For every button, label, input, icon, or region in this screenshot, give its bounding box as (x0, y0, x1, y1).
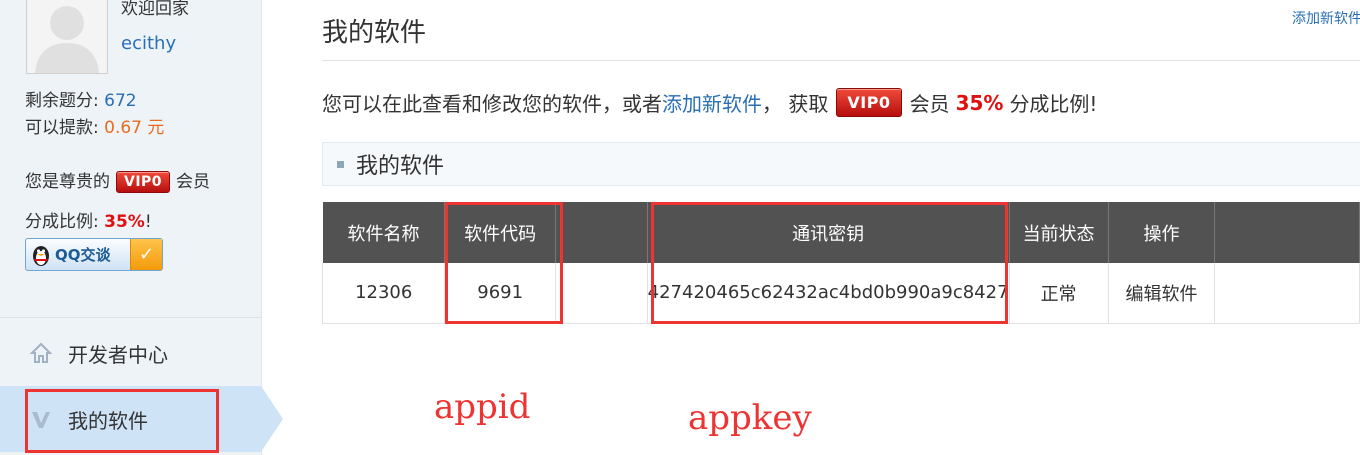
section-title: 我的软件 (356, 154, 445, 179)
col-header-extra (1214, 202, 1360, 263)
col-header-key: 通讯密钥 (647, 202, 1010, 263)
section-header: 我的软件 (322, 142, 1360, 186)
share-value: 35% (104, 212, 145, 232)
share-percent: 35% (955, 90, 1004, 115)
intro-text-1: 您可以在此查看和修改您的软件，或者 (322, 92, 662, 116)
intro-text-3: 会员 (909, 92, 950, 116)
cell-status: 正常 (1009, 263, 1109, 324)
intro-text-4: 分成比例! (1009, 92, 1098, 116)
sidebar: 欢迎回家 ecithy 剩余题分: 672 可以提款: 0.67 元 您是尊贵的… (0, 0, 283, 455)
vip-prefix: 您是尊贵的 (25, 172, 110, 192)
sidebar-item-developer-center[interactable]: 开发者中心 (0, 320, 261, 386)
square-bullet-icon (337, 160, 344, 168)
cell-software-code: 9691 (444, 263, 556, 324)
cell-software-name: 12306 (321, 263, 446, 324)
add-software-top-link[interactable]: 添加新软件 (1292, 8, 1360, 28)
intro-text: 您可以在此查看和修改您的软件，或者 添加新软件， 获取 VIP0 会员 35% 分成比例! (322, 88, 1097, 117)
appkey-annotation: appkey (688, 398, 812, 438)
v-icon (28, 406, 54, 432)
add-software-link[interactable]: 添加新软件 (662, 88, 762, 117)
table-row: 12306 9691 427420465c62432ac4bd0b990a9c8… (321, 263, 1360, 324)
balance-row: 剩余题分: 672 (25, 86, 137, 111)
share-suffix: ! (144, 212, 152, 232)
intro-text-2: ， 获取 (762, 92, 829, 116)
qq-chat-button[interactable]: QQ交谈 ✓ (25, 238, 163, 271)
vip-badge-intro: VIP0 (836, 88, 902, 117)
welcome-text: 欢迎回家 (121, 0, 189, 19)
col-header-status: 当前状态 (1009, 202, 1109, 263)
col-header-action: 操作 (1108, 202, 1216, 263)
col-header-spacer (555, 202, 648, 263)
sidebar-item-label: 我的软件 (68, 408, 148, 433)
vip-row: 您是尊贵的 VIP0 会员 (25, 167, 210, 193)
sidebar-item-my-software[interactable]: 我的软件 (0, 386, 283, 452)
balance-value: 672 (104, 91, 137, 111)
withdraw-row: 可以提款: 0.67 元 (25, 113, 164, 138)
vip-suffix: 会员 (176, 172, 211, 192)
qq-chat-label: QQ交谈 (55, 246, 111, 264)
sidebar-divider (0, 317, 261, 318)
col-header-code: 软件代码 (444, 202, 556, 263)
cell-extra (1214, 263, 1360, 324)
avatar[interactable] (26, 0, 108, 74)
table-header-row: 软件名称 软件代码 通讯密钥 当前状态 操作 (322, 202, 1360, 263)
page-title: 我的软件 (322, 18, 427, 48)
cell-spacer (555, 263, 648, 324)
cell-comm-key: 427420465c62432ac4bd0b990a9c8427 (647, 263, 1010, 324)
qq-penguin-icon (33, 245, 49, 266)
withdraw-label: 可以提款: (25, 118, 99, 138)
sidebar-item-label: 开发者中心 (68, 342, 168, 367)
appid-annotation: appid (434, 387, 531, 427)
share-label: 分成比例: (25, 212, 99, 232)
withdraw-value: 0.67 元 (104, 118, 165, 138)
username-link[interactable]: ecithy (121, 33, 176, 54)
check-icon: ✓ (130, 239, 162, 270)
title-divider (322, 60, 1360, 61)
col-header-name: 软件名称 (322, 202, 446, 263)
home-icon (28, 340, 54, 366)
software-table: 软件名称 软件代码 通讯密钥 当前状态 操作 12306 9691 427420… (321, 202, 1360, 324)
edit-software-link[interactable]: 编辑软件 (1108, 263, 1216, 324)
vip-badge: VIP0 (116, 171, 171, 193)
share-row: 分成比例: 35%! (25, 207, 152, 232)
default-avatar-icon (27, 0, 107, 73)
balance-label: 剩余题分: (25, 91, 99, 111)
